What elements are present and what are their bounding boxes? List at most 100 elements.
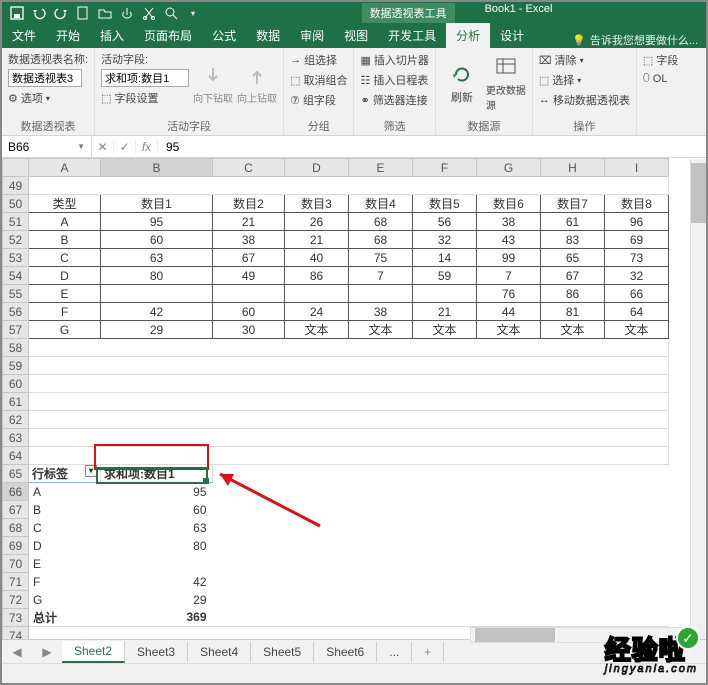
qat-dropdown-icon[interactable]: ▾ [186,6,200,20]
cell[interactable]: 60 [101,231,213,249]
save-icon[interactable] [10,6,24,20]
row-header[interactable]: 54 [3,267,29,285]
cell[interactable]: 数目7 [541,195,605,213]
cell[interactable] [285,285,349,303]
cell[interactable]: 21 [213,213,285,231]
cell[interactable]: D [29,537,101,555]
calc-field-button[interactable]: ⬚字段 [643,51,678,69]
tab-data[interactable]: 数据 [246,23,290,48]
row-header[interactable]: 58 [3,339,29,357]
row-header[interactable]: 55 [3,285,29,303]
cell[interactable]: 文本 [349,321,413,339]
col-header[interactable]: B [101,159,213,177]
cancel-icon[interactable]: ✕ [92,140,114,154]
cell[interactable]: 数目3 [285,195,349,213]
pivot-row-label[interactable]: 行标签▾ [29,465,101,483]
cell[interactable]: 75 [349,249,413,267]
formula-bar[interactable]: 95 [158,136,706,157]
cut-icon[interactable] [142,6,156,20]
row-header[interactable]: 63 [3,429,29,447]
cell[interactable]: E [29,555,101,573]
tab-developer[interactable]: 开发工具 [378,23,446,48]
refresh-button[interactable]: 刷新 [442,51,482,117]
cell[interactable]: C [29,249,101,267]
filter-conn-button[interactable]: ⚭筛选器连接 [360,91,428,109]
cell[interactable] [101,555,213,573]
ungroup-button[interactable]: ⬚取消组合 [290,71,347,89]
cell[interactable]: C [29,519,101,537]
add-sheet-button[interactable]: + [412,642,444,662]
cell[interactable]: 86 [541,285,605,303]
tab-formulas[interactable]: 公式 [202,23,246,48]
row-header[interactable]: 51 [3,213,29,231]
sheet-tab[interactable]: Sheet2 [62,641,125,663]
cell[interactable]: 24 [285,303,349,321]
cell[interactable]: 67 [213,249,285,267]
cell[interactable]: 61 [541,213,605,231]
cell[interactable]: 99 [477,249,541,267]
row-header[interactable]: 65 [3,465,29,483]
cell[interactable]: 26 [285,213,349,231]
cell[interactable]: 76 [477,285,541,303]
cell[interactable]: G [29,591,101,609]
row-header[interactable]: 59 [3,357,29,375]
sheet-tab[interactable]: Sheet4 [188,642,251,662]
clear-button[interactable]: ⌧清除▾ [539,51,630,69]
tab-analyze[interactable]: 分析 [446,23,490,48]
cell[interactable]: 60 [213,303,285,321]
cell[interactable]: 14 [413,249,477,267]
row-header[interactable]: 68 [3,519,29,537]
cell[interactable]: 数目6 [477,195,541,213]
cell[interactable]: 数目5 [413,195,477,213]
cell[interactable]: 29 [101,321,213,339]
fill-handle[interactable] [203,478,209,484]
new-icon[interactable] [76,6,90,20]
row-header[interactable]: 71 [3,573,29,591]
select-button[interactable]: ⬚选择▾ [539,71,630,89]
row-header[interactable]: 52 [3,231,29,249]
cell[interactable]: 7 [349,267,413,285]
vertical-scrollbar[interactable] [690,159,706,639]
touch-icon[interactable] [120,6,134,20]
preview-icon[interactable] [164,6,178,20]
slicer-button[interactable]: ▦插入切片器 [360,51,428,69]
cell[interactable]: 96 [605,213,669,231]
cell[interactable]: 56 [413,213,477,231]
row-header[interactable]: 72 [3,591,29,609]
cell[interactable]: 65 [541,249,605,267]
redo-icon[interactable] [54,6,68,20]
cell[interactable]: 文本 [285,321,349,339]
col-header[interactable]: I [605,159,669,177]
cell[interactable]: 80 [101,267,213,285]
cell[interactable]: 38 [477,213,541,231]
tab-file[interactable]: 文件 [2,23,46,48]
row-header[interactable]: 73 [3,609,29,627]
row-header[interactable]: 70 [3,555,29,573]
pivot-total-label[interactable]: 总计 [29,609,101,627]
row-header[interactable]: 60 [3,375,29,393]
cell[interactable]: 数目4 [349,195,413,213]
cell[interactable]: 63 [101,249,213,267]
cell[interactable]: F [29,573,101,591]
options-button[interactable]: ⚙选项▾ [8,89,88,107]
open-icon[interactable] [98,6,112,20]
cell[interactable]: 44 [477,303,541,321]
row-header[interactable]: 67 [3,501,29,519]
cell[interactable]: 81 [541,303,605,321]
cell[interactable]: B [29,501,101,519]
group-field-button[interactable]: ⑦组字段 [290,91,347,109]
cell[interactable]: 数目8 [605,195,669,213]
tab-design[interactable]: 设计 [490,23,534,48]
filter-dropdown-icon[interactable]: ▾ [85,465,97,477]
sheet-tab[interactable]: Sheet6 [314,642,377,662]
row-header[interactable]: 66 [3,483,29,501]
cell[interactable]: 95 [101,483,213,501]
cell[interactable] [213,285,285,303]
cell[interactable]: 68 [349,231,413,249]
tab-review[interactable]: 审阅 [290,23,334,48]
row-header[interactable]: 64 [3,447,29,465]
cell[interactable]: 文本 [413,321,477,339]
cell[interactable]: 38 [349,303,413,321]
cell[interactable]: 60 [101,501,213,519]
row-header[interactable]: 69 [3,537,29,555]
